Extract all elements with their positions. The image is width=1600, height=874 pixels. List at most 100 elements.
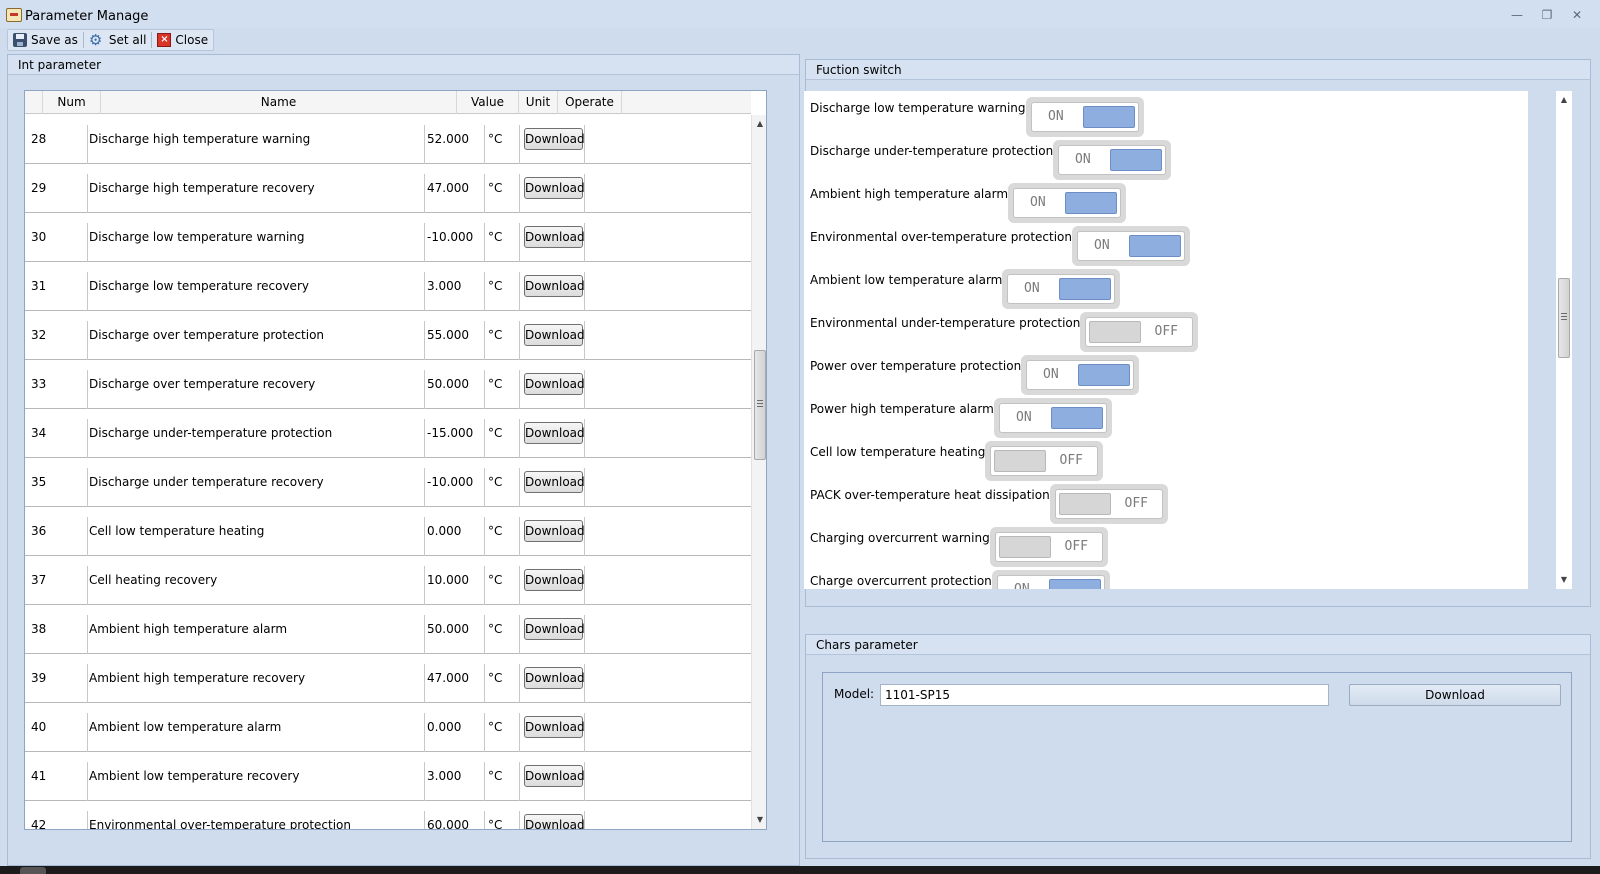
column-header-num[interactable]: Num [43,91,101,114]
scroll-up-icon[interactable]: ▲ [1556,93,1572,107]
switch-label: Environmental under-temperature protecti… [810,316,1081,330]
table-row: 28 Discharge high temperature warning 52.0… [25,115,751,164]
row-download-button[interactable]: Download [524,667,585,689]
row-download-button[interactable]: Download [524,618,585,640]
switch-label: Power high temperature alarm [810,402,994,416]
toggle-switch-on[interactable]: ON [1077,231,1185,261]
row-download-button[interactable]: Download [524,373,585,395]
switch-frame: ON [1002,269,1120,309]
switch-label: Ambient high temperature alarm [810,187,1009,201]
row-download-button[interactable]: Download [524,324,585,346]
model-label: Model: [834,687,875,701]
row-download-button[interactable]: Download [524,275,585,297]
switch-knob [994,450,1046,472]
row-unit: °C [488,769,503,783]
close-icon: × [157,33,172,47]
scroll-down-icon[interactable]: ▼ [752,813,766,827]
toggle-switch-on[interactable]: ON [1007,274,1115,304]
toggle-switch-off[interactable]: OFF [1085,317,1193,347]
switch-frame: OFF [1050,484,1168,524]
title-bar: Parameter Manage — ❐ ✕ [0,0,1600,28]
row-value: 50.000 [427,622,469,636]
row-download-button[interactable]: Download [524,716,585,738]
switch-scrollbar[interactable]: ▲ ▼ [1556,91,1572,589]
scroll-down-icon[interactable]: ▼ [1556,573,1572,587]
switch-knob [1110,149,1162,171]
toggle-switch-on[interactable]: ON [1013,188,1121,218]
column-header-value[interactable]: Value [457,91,519,114]
switch-frame: ON [994,398,1112,438]
row-num: 31 [31,279,47,293]
switch-knob [1089,321,1141,343]
toggle-switch-on[interactable]: ON [1058,145,1166,175]
toggle-switch-off[interactable]: OFF [995,532,1103,562]
switch-state-text: OFF [1064,539,1088,554]
row-name: Discharge under-temperature protection [89,426,333,440]
column-header-unit[interactable]: Unit [519,91,558,114]
column-header-operate[interactable]: Operate [558,91,622,114]
toolbar: Save as ⚙ Set all × Close [7,29,215,51]
model-input[interactable] [880,684,1329,706]
toggle-switch-on[interactable]: ON [1031,102,1139,132]
switch-state-text: ON [1014,576,1030,589]
row-unit: °C [488,671,503,685]
row-download-button[interactable]: Download [524,520,585,542]
row-num: 39 [31,671,47,685]
row-unit: °C [488,818,503,829]
row-download-button[interactable]: Download [524,177,585,199]
row-value: -10.000 [427,475,474,489]
minimize-icon[interactable]: — [1507,7,1527,23]
switch-label: Charging overcurrent warning [810,531,990,545]
save-as-button[interactable]: Save as [8,30,83,50]
row-value: -10.000 [427,230,474,244]
switch-frame: ON [1053,140,1171,180]
grid-header: Num Name Value Unit Operate [25,91,751,114]
table-row: 39 Ambient high temperature recovery 47.00… [25,654,751,703]
row-download-button[interactable]: Download [524,128,585,150]
restore-icon[interactable]: ❐ [1537,7,1557,23]
close-window-icon[interactable]: ✕ [1567,7,1587,23]
table-row: 40 Ambient low temperature alarm 0.000 °C Do… [25,703,751,752]
row-unit: °C [488,524,503,538]
table-row: 32 Discharge over temperature protection 5… [25,311,751,360]
row-unit: °C [488,622,503,636]
table-row: 30 Discharge low temperature warning -10.0… [25,213,751,262]
close-button[interactable]: × Close [152,30,213,50]
row-download-button[interactable]: Download [524,226,585,248]
row-download-button[interactable]: Download [524,765,585,787]
switch-frame: OFF [990,527,1108,567]
function-switch-title: Fuction switch [806,60,1590,80]
toggle-switch-off[interactable]: OFF [990,446,1098,476]
switch-state-text: OFF [1154,324,1178,339]
toggle-switch-off[interactable]: OFF [1055,489,1163,519]
toggle-switch-on[interactable]: ON [999,403,1107,433]
switch-state-text: ON [1024,281,1040,296]
row-num: 34 [31,426,47,440]
grid-scroll-thumb[interactable] [754,350,766,460]
set-all-button[interactable]: ⚙ Set all [84,30,152,50]
toggle-switch-on[interactable]: ON [1026,360,1134,390]
switch-knob [1059,278,1111,300]
table-row: 29 Discharge high temperature recovery 47.… [25,164,751,213]
row-download-button[interactable]: Download [524,814,585,829]
row-name: Discharge under temperature recovery [89,475,324,489]
switch-label: Charge overcurrent protection [810,574,992,588]
row-download-button[interactable]: Download [524,422,585,444]
column-header-name[interactable]: Name [101,91,457,114]
row-name: Discharge low temperature recovery [89,279,309,293]
row-value: 52.000 [427,132,469,146]
parameter-grid: Num Name Value Unit Operate 28 Discharge … [24,90,767,830]
row-unit: °C [488,720,503,734]
grid-scrollbar[interactable]: ▲ ▼ [751,115,766,829]
table-row: 34 Discharge under-temperature protection… [25,409,751,458]
row-download-button[interactable]: Download [524,569,585,591]
switch-label: Environmental over-temperature protectio… [810,230,1072,244]
row-value: -15.000 [427,426,474,440]
switch-label: Ambient low temperature alarm [810,273,1003,287]
switch-scroll-thumb[interactable] [1558,278,1570,358]
row-download-button[interactable]: Download [524,471,585,493]
toggle-switch-on[interactable]: ON [997,575,1105,589]
model-download-button[interactable]: Download [1349,684,1561,706]
switch-state-text: OFF [1059,453,1083,468]
scroll-up-icon[interactable]: ▲ [752,117,766,131]
